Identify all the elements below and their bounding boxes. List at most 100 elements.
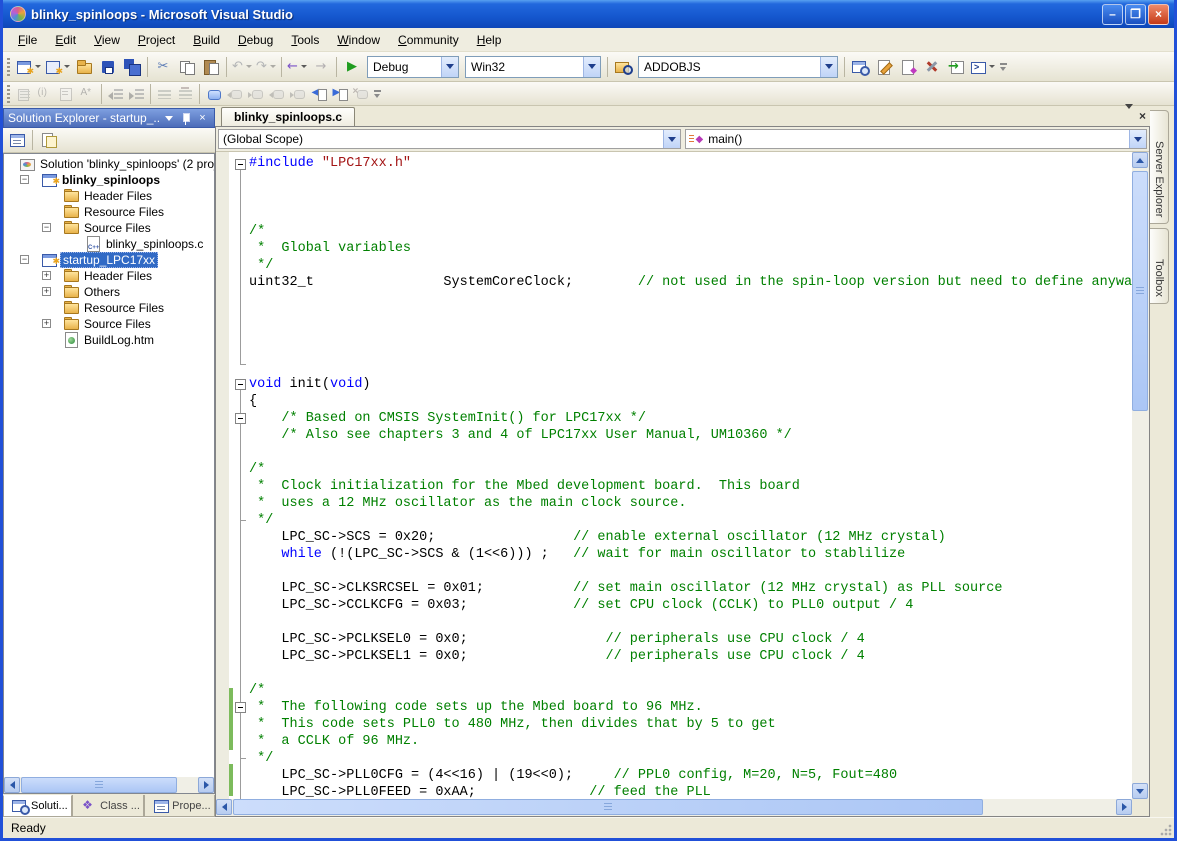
command-window-icon[interactable] <box>968 55 997 79</box>
code-editor[interactable]: #include "LPC17xx.h"/* * Global variable… <box>216 152 1132 799</box>
chevron-down-icon[interactable] <box>820 57 837 77</box>
editor-hscrollbar[interactable] <box>216 799 1132 816</box>
navigate-backward-icon[interactable]: ← <box>285 55 309 79</box>
chevron-down-icon[interactable] <box>989 65 995 68</box>
scroll-down-icon[interactable] <box>1132 783 1148 799</box>
members-combo[interactable]: ◆ main() <box>685 129 1148 149</box>
dock-tab-prope[interactable]: Prope... <box>144 795 215 817</box>
chevron-down-icon[interactable] <box>246 65 252 68</box>
collapse-region-icon[interactable] <box>235 159 246 170</box>
scroll-right-icon[interactable] <box>198 777 214 793</box>
collapse-icon[interactable]: − <box>42 223 51 232</box>
tree-item-solution-blinky-spinloops-2-projects[interactable]: Solution 'blinky_spinloops' (2 projects) <box>4 156 214 172</box>
solution-tree-hscrollbar[interactable] <box>4 777 214 793</box>
close-document-icon[interactable]: × <box>1139 109 1146 123</box>
solution-configurations-combo[interactable]: Debug <box>367 56 459 78</box>
find-combo[interactable]: ADDOBJS <box>638 56 838 78</box>
new-project-icon[interactable] <box>14 55 43 79</box>
tree-item-others[interactable]: +Others <box>4 284 214 300</box>
autohide-tab-server-explorer[interactable]: Server Explorer <box>1150 110 1169 224</box>
chevron-down-icon[interactable] <box>270 65 276 68</box>
scroll-thumb[interactable] <box>1132 171 1148 411</box>
tree-item-source-files[interactable]: +Source Files <box>4 316 214 332</box>
chevron-down-icon[interactable] <box>64 65 70 68</box>
window-position-icon[interactable] <box>161 111 176 126</box>
show-all-files-icon[interactable] <box>36 128 60 152</box>
scroll-left-icon[interactable] <box>4 777 20 793</box>
scroll-right-icon[interactable] <box>1116 799 1132 815</box>
tree-item-blinky-spinloops-c[interactable]: blinky_spinloops.c <box>4 236 214 252</box>
next-bookmark-in-document-icon[interactable] <box>329 83 350 104</box>
find-in-files-icon[interactable] <box>611 55 635 79</box>
minimize-button[interactable]: – <box>1102 4 1123 25</box>
tree-item-header-files[interactable]: +Header Files <box>4 268 214 284</box>
close-pane-icon[interactable]: × <box>195 111 210 126</box>
chevron-down-icon[interactable] <box>441 57 458 77</box>
tree-item-buildlog-htm[interactable]: BuildLog.htm <box>4 332 214 348</box>
menu-view[interactable]: View <box>85 30 129 50</box>
chevron-down-icon[interactable] <box>301 65 307 68</box>
scroll-up-icon[interactable] <box>1132 152 1148 168</box>
types-combo[interactable]: (Global Scope) <box>218 129 681 149</box>
toolbox-icon[interactable] <box>920 55 944 79</box>
maximize-button[interactable]: ❐ <box>1125 4 1146 25</box>
scroll-thumb[interactable] <box>21 777 177 793</box>
toggle-bookmark-icon[interactable] <box>203 83 224 104</box>
menu-tools[interactable]: Tools <box>282 30 328 50</box>
expand-icon[interactable]: + <box>42 287 51 296</box>
active-files-dropdown-icon[interactable] <box>1125 109 1133 123</box>
document-tab[interactable]: blinky_spinloops.c <box>221 107 355 126</box>
menu-edit[interactable]: Edit <box>46 30 85 50</box>
menu-build[interactable]: Build <box>184 30 229 50</box>
collapse-icon[interactable]: − <box>20 255 29 264</box>
save-icon[interactable] <box>96 55 120 79</box>
toolbar-options-icon[interactable] <box>997 56 1009 78</box>
toolbar-grip[interactable] <box>7 85 10 103</box>
properties-window-icon[interactable] <box>872 55 896 79</box>
solution-platforms-combo[interactable]: Win32 <box>465 56 601 78</box>
collapse-icon[interactable]: − <box>20 175 29 184</box>
scroll-thumb[interactable] <box>233 799 983 815</box>
tree-item-source-files[interactable]: −Source Files <box>4 220 214 236</box>
chevron-down-icon[interactable] <box>583 57 600 77</box>
paste-icon[interactable] <box>199 55 223 79</box>
tree-item-resource-files[interactable]: Resource Files <box>4 204 214 220</box>
object-browser-icon[interactable] <box>896 55 920 79</box>
menu-community[interactable]: Community <box>389 30 468 50</box>
chevron-down-icon[interactable] <box>1129 130 1146 148</box>
start-page-icon[interactable] <box>944 55 968 79</box>
copy-icon[interactable] <box>175 55 199 79</box>
tree-item-header-files[interactable]: Header Files <box>4 188 214 204</box>
chevron-down-icon[interactable] <box>35 65 41 68</box>
menu-window[interactable]: Window <box>328 30 389 50</box>
tree-item-blinky-spinloops[interactable]: −blinky_spinloops <box>4 172 214 188</box>
menu-help[interactable]: Help <box>468 30 511 50</box>
autohide-tab-toolbox[interactable]: Toolbox <box>1150 228 1169 304</box>
resize-grip[interactable] <box>1159 823 1172 836</box>
start-debugging-icon[interactable]: ▶ <box>340 55 364 79</box>
expand-icon[interactable]: + <box>42 271 51 280</box>
collapse-region-icon[interactable] <box>235 702 246 713</box>
expand-icon[interactable]: + <box>42 319 51 328</box>
dock-tab-soluti[interactable]: Soluti... <box>3 795 72 817</box>
save-all-icon[interactable] <box>120 55 144 79</box>
add-new-item-icon[interactable] <box>43 55 72 79</box>
dock-tab-class[interactable]: Class ... <box>72 795 144 817</box>
chevron-down-icon[interactable] <box>663 130 680 148</box>
collapse-region-icon[interactable] <box>235 413 246 424</box>
editor-vscrollbar[interactable] <box>1132 152 1149 799</box>
menu-project[interactable]: Project <box>129 30 184 50</box>
scroll-left-icon[interactable] <box>216 799 232 815</box>
open-file-icon[interactable] <box>72 55 96 79</box>
solution-explorer-icon[interactable] <box>848 55 872 79</box>
menu-file[interactable]: File <box>9 30 46 50</box>
toolbar-grip[interactable] <box>7 58 10 76</box>
previous-bookmark-in-document-icon[interactable] <box>308 83 329 104</box>
collapse-region-icon[interactable] <box>235 379 246 390</box>
properties-icon[interactable] <box>5 128 29 152</box>
tree-item-resource-files[interactable]: Resource Files <box>4 300 214 316</box>
menu-debug[interactable]: Debug <box>229 30 282 50</box>
toolbar-options-icon[interactable] <box>371 83 383 105</box>
auto-hide-pin-icon[interactable] <box>178 111 193 126</box>
tree-item-startup-lpc17xx[interactable]: −startup_LPC17xx <box>4 252 214 268</box>
